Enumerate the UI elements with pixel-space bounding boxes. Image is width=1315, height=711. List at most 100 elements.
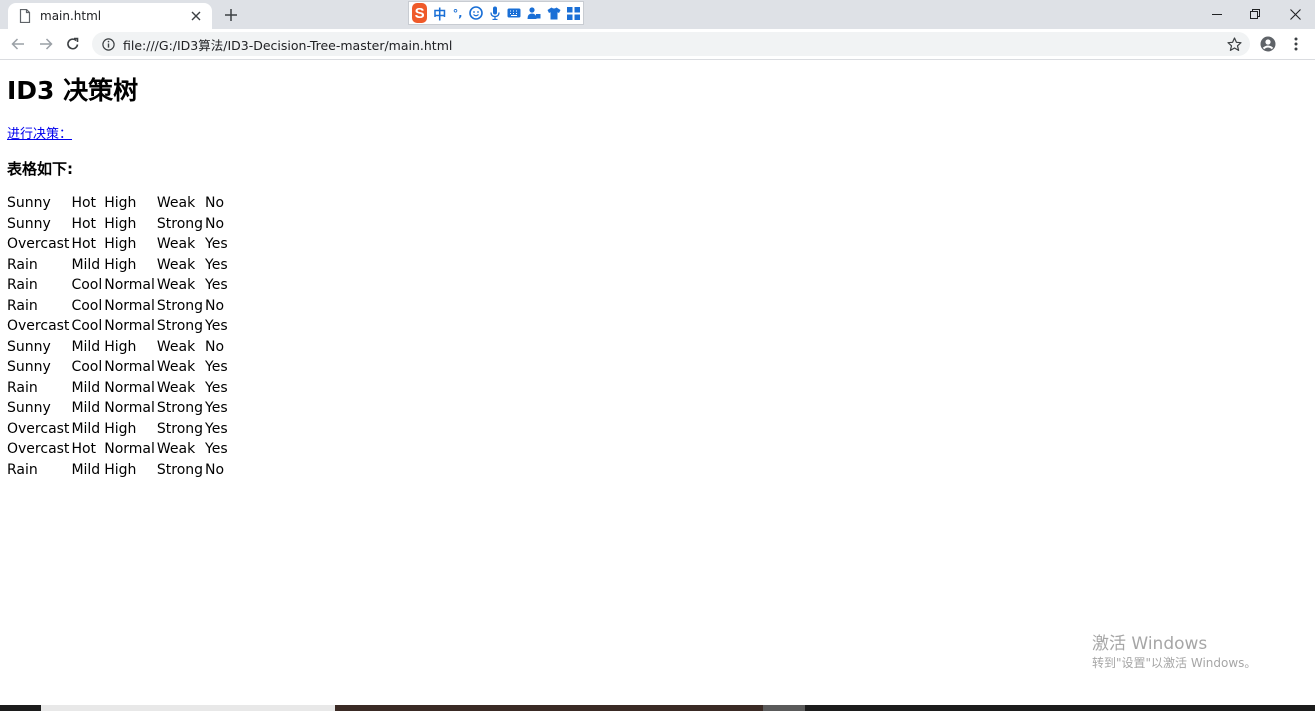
table-cell-humidity: Normal: [104, 441, 155, 458]
watermark-subtitle: 转到"设置"以激活 Windows。: [1092, 656, 1257, 670]
reload-icon[interactable]: [62, 33, 84, 55]
table-cell-outlook: Sunny: [7, 215, 51, 232]
table-cell-outlook: Overcast: [7, 236, 70, 253]
info-icon[interactable]: [101, 37, 115, 51]
table-cell-outlook: Rain: [7, 379, 38, 396]
punctuation-icon[interactable]: °,: [452, 6, 463, 20]
table-cell-wind: Weak: [156, 256, 196, 273]
table-cell-play: No: [205, 195, 225, 212]
table-cell-play: No: [205, 461, 225, 478]
table-cell-outlook: Overcast: [7, 318, 70, 335]
table-cell-outlook: Rain: [7, 297, 38, 314]
table-row: Overcast Mild High Strong Yes: [7, 419, 228, 440]
table-row: Sunny Hot High Weak No: [7, 193, 228, 214]
plus-icon[interactable]: [221, 5, 241, 25]
table-row: Sunny Hot High Strong No: [7, 214, 228, 235]
table-cell-outlook: Sunny: [7, 338, 51, 355]
table-cell-humidity: Normal: [104, 359, 155, 376]
table-cell-outlook: Sunny: [7, 400, 51, 417]
skin-shirt-icon[interactable]: [547, 6, 561, 20]
table-cell-wind: Strong: [156, 215, 204, 232]
emoji-icon[interactable]: [469, 6, 483, 20]
star-icon[interactable]: [1226, 36, 1242, 52]
forward-arrow-icon[interactable]: [35, 33, 57, 55]
table-row: Overcast Cool Normal Strong Yes: [7, 316, 228, 337]
table-cell-play: Yes: [205, 441, 228, 458]
restore-icon[interactable]: [1236, 0, 1274, 28]
table-cell-temperature: Cool: [71, 318, 103, 335]
table-cell-wind: Strong: [156, 318, 204, 335]
table-row: Sunny Mild Normal Strong Yes: [7, 398, 228, 419]
table-cell-wind: Weak: [156, 277, 196, 294]
taskbar-active-app[interactable]: [763, 705, 805, 711]
weather-data-table: Sunny Hot High Weak No Sunny Hot High Strong No Ov…: [5, 193, 230, 480]
table-cell-temperature: Cool: [71, 277, 103, 294]
kebab-menu-icon[interactable]: [1285, 33, 1307, 55]
taskbar-apps-area[interactable]: [335, 705, 763, 711]
browser-tab[interactable]: main.html: [8, 3, 212, 29]
table-row: Rain Cool Normal Strong No: [7, 296, 228, 317]
tab-strip: main.html S 中 °,: [0, 0, 1315, 29]
table-cell-play: No: [205, 215, 225, 232]
table-cell-humidity: High: [104, 461, 137, 478]
page-title: ID3 决策树: [7, 76, 139, 105]
keyboard-icon[interactable]: [507, 6, 521, 20]
table-cell-temperature: Cool: [71, 359, 103, 376]
table-cell-play: Yes: [205, 256, 228, 273]
table-cell-temperature: Mild: [71, 379, 101, 396]
watermark-title: 激活 Windows: [1092, 634, 1208, 654]
ime-language-toggle[interactable]: 中: [433, 4, 446, 23]
table-cell-play: Yes: [205, 277, 228, 294]
table-cell-temperature: Hot: [71, 236, 97, 253]
microphone-icon[interactable]: [489, 6, 501, 20]
toolbox-grid-icon[interactable]: [567, 6, 580, 20]
url-text[interactable]: file:///G:/ID3算法/ID3-Decision-Tree-maste…: [123, 35, 452, 54]
table-cell-wind: Weak: [156, 338, 196, 355]
table-cell-play: No: [205, 297, 225, 314]
table-cell-outlook: Rain: [7, 256, 38, 273]
table-cell-wind: Weak: [156, 379, 196, 396]
table-cell-play: Yes: [205, 379, 228, 396]
table-cell-humidity: Normal: [104, 297, 155, 314]
table-row: Rain Mild High Weak Yes: [7, 255, 228, 276]
table-cell-outlook: Sunny: [7, 195, 51, 212]
close-icon[interactable]: [188, 8, 204, 24]
table-cell-play: Yes: [205, 400, 228, 417]
account-icon[interactable]: [1257, 33, 1279, 55]
table-cell-humidity: High: [104, 256, 137, 273]
table-cell-outlook: Overcast: [7, 420, 70, 437]
table-cell-temperature: Mild: [71, 420, 101, 437]
table-cell-outlook: Sunny: [7, 359, 51, 376]
table-cell-wind: Strong: [156, 420, 204, 437]
table-row: Rain Mild Normal Weak Yes: [7, 378, 228, 399]
table-row: Rain Cool Normal Weak Yes: [7, 275, 228, 296]
taskbar: [0, 705, 1315, 711]
sogou-logo-icon[interactable]: S: [412, 3, 428, 23]
table-row: Rain Mild High Strong No: [7, 460, 228, 481]
taskbar-search-box[interactable]: [41, 705, 335, 711]
close-window-icon[interactable]: [1276, 0, 1314, 28]
table-cell-outlook: Rain: [7, 461, 38, 478]
table-cell-temperature: Mild: [71, 338, 101, 355]
table-row: Sunny Cool Normal Weak Yes: [7, 357, 228, 378]
table-cell-outlook: Overcast: [7, 441, 70, 458]
table-cell-humidity: High: [104, 338, 137, 355]
make-decision-link[interactable]: 进行决策：: [7, 123, 72, 142]
table-cell-temperature: Hot: [71, 215, 97, 232]
table-heading: 表格如下:: [7, 160, 73, 178]
minimize-icon[interactable]: [1198, 0, 1236, 28]
user-service-icon[interactable]: [527, 6, 541, 20]
address-bar[interactable]: file:///G:/ID3算法/ID3-Decision-Tree-maste…: [92, 32, 1250, 56]
table-cell-play: Yes: [205, 420, 228, 437]
table-cell-play: Yes: [205, 318, 228, 335]
table-cell-wind: Strong: [156, 297, 204, 314]
table-cell-humidity: Normal: [104, 318, 155, 335]
table-cell-outlook: Rain: [7, 277, 38, 294]
table-cell-humidity: High: [104, 236, 137, 253]
back-arrow-icon[interactable]: [7, 33, 29, 55]
table-cell-temperature: Cool: [71, 297, 103, 314]
table-row: Overcast Hot Normal Weak Yes: [7, 439, 228, 460]
table-cell-wind: Weak: [156, 195, 196, 212]
table-cell-temperature: Hot: [71, 195, 97, 212]
table-row: Sunny Mild High Weak No: [7, 337, 228, 358]
